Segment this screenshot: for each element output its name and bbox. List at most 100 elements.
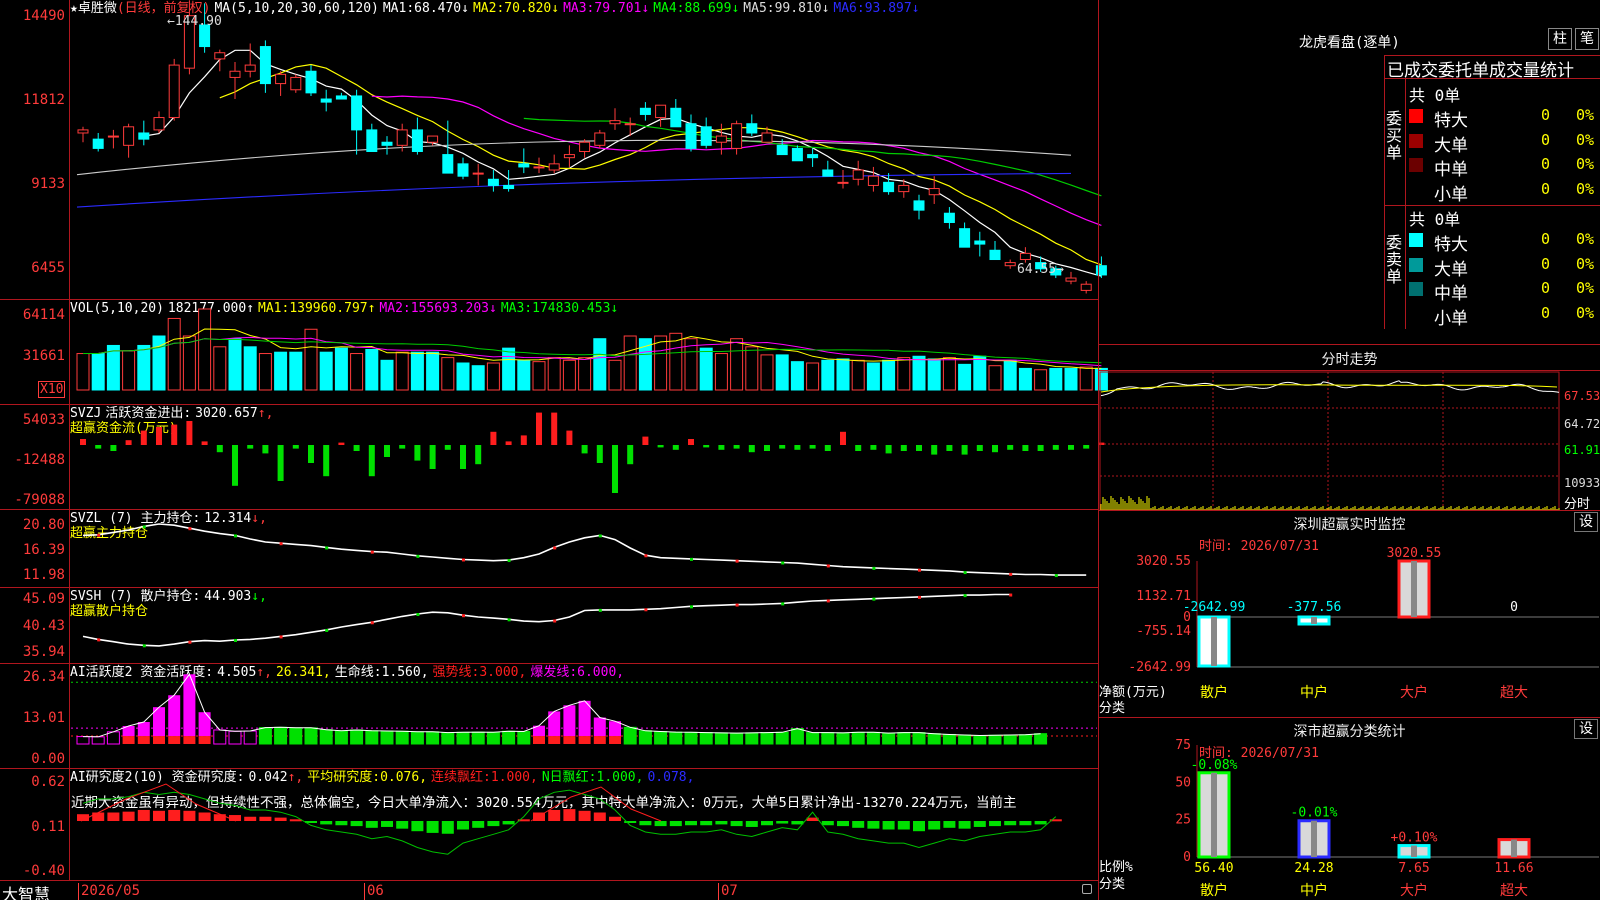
flow-bar — [840, 431, 846, 445]
volume-bar — [486, 362, 500, 391]
holding-marker — [370, 621, 374, 625]
svzl-tick: 11.98 — [22, 567, 65, 583]
candle-body — [928, 188, 940, 196]
lock-icon[interactable] — [1082, 884, 1092, 894]
svsh-panel[interactable]: 45.09 40.43 35.94 SVSH (7) 散户持仓: 44.903↓,… — [0, 588, 1098, 664]
activity-bar — [806, 732, 820, 745]
candle-body — [807, 154, 819, 159]
flow-bar — [140, 430, 147, 445]
research-bar — [639, 821, 652, 826]
candle-body — [974, 240, 986, 245]
research-bar — [761, 821, 773, 826]
column-view-button[interactable]: 柱 — [1548, 28, 1572, 50]
ai-research-panel[interactable]: 0.62 0.11 -0.40 AI研究度2(10) 资金研究度: 0.042↑,… — [0, 769, 1098, 881]
class-bar-shade — [1311, 820, 1317, 857]
research-bar — [1034, 821, 1047, 825]
activity-bar — [699, 732, 713, 745]
research-bar — [913, 821, 925, 832]
flow-bar — [885, 445, 892, 454]
svsh-tick: 40.43 — [22, 618, 65, 634]
candle-body — [943, 212, 955, 223]
activity-bar — [410, 731, 424, 745]
price-axis: 14490 11812 9133 6455 — [0, 0, 70, 299]
flow-bar — [1037, 445, 1044, 451]
flow-bar — [368, 445, 375, 477]
activity-bar — [745, 732, 759, 745]
monitor-y-tick: -755.14 — [1136, 624, 1191, 639]
flow-bar — [444, 445, 451, 450]
volume-bar — [897, 357, 911, 391]
activity-bar — [168, 695, 181, 737]
research-bar — [609, 816, 621, 821]
holding-marker — [735, 559, 739, 563]
candle-body — [290, 76, 302, 91]
svsh-line — [82, 593, 1013, 648]
flow-bar — [672, 445, 679, 450]
ai-activity-bars — [71, 673, 1097, 745]
volume-bar — [350, 353, 364, 391]
net-flow-bar-shade — [1311, 617, 1317, 624]
flow-bar — [931, 445, 938, 455]
ai-activity-axis: 26.34 13.01 0.00 — [0, 664, 70, 768]
activity-bar — [1003, 734, 1017, 745]
volume-panel[interactable]: 64114 31661 X10 VOL(5,10,20)182177.000↑M… — [0, 300, 1108, 405]
candle-body — [791, 147, 803, 162]
volume-bar — [882, 359, 896, 391]
intraday-panel[interactable]: 分时走势 67.53 64.72 61.91 10933 分时 — [1099, 345, 1600, 512]
svzl-panel[interactable]: 20.80 16.39 11.98 SVZL (7) 主力持仓: 12.314↓,… — [0, 510, 1098, 588]
order-qty: 0 — [1541, 106, 1551, 124]
activity-bar — [91, 736, 105, 745]
holding-marker — [826, 599, 830, 603]
holding-marker — [188, 640, 192, 644]
sz-class-panel: 深市超赢分类统计 设 时间: 2026/07/31 75 50 25 0 -0.08% 5… — [1099, 718, 1600, 900]
activity-bar — [730, 732, 744, 745]
net-flow-bar-shade — [1411, 561, 1417, 617]
flow-bar — [216, 445, 223, 453]
candle-body — [427, 135, 439, 143]
volume-bar — [502, 347, 516, 391]
intraday-frame — [1099, 371, 1560, 511]
holding-marker — [918, 595, 921, 599]
flow-bar — [232, 445, 238, 486]
activity-bar — [654, 731, 668, 745]
research-bar — [137, 809, 150, 821]
tick-view-button[interactable]: 笔 — [1575, 28, 1599, 50]
research-line — [82, 789, 1057, 855]
main-chart-panel[interactable]: 14490 11812 9133 6455 ★卓胜微(日线，前复权) MA(5,1… — [0, 0, 1107, 300]
date-label: 07 — [718, 883, 738, 900]
research-bar — [244, 816, 257, 821]
volume-bar — [182, 335, 196, 391]
order-total: 共 0单 — [1409, 86, 1461, 105]
research-bar — [928, 821, 941, 830]
flow-bar — [809, 445, 816, 449]
candle-body — [883, 181, 895, 193]
candlestick-chart[interactable] — [71, 0, 1107, 300]
flow-bar — [262, 445, 269, 454]
activity-bar — [502, 730, 516, 745]
research-bar — [441, 821, 454, 834]
research-bar — [669, 821, 682, 827]
flow-bar — [536, 412, 542, 445]
research-bar — [593, 812, 606, 821]
ai-activity-panel[interactable]: 26.34 13.01 0.00 AI活跃度2 资金活跃度: 4.505↑, 26.… — [0, 664, 1098, 769]
volume-bar — [426, 351, 440, 391]
activity-bar — [623, 726, 637, 745]
intraday-label: 分时 — [1564, 497, 1591, 512]
candle-body — [655, 104, 667, 119]
volume-bar — [365, 349, 379, 391]
activity-line — [82, 673, 1041, 738]
volume-bar — [319, 351, 333, 391]
activity-bar — [973, 735, 987, 745]
candle-body — [366, 129, 378, 152]
candle-body — [1065, 277, 1077, 282]
holding-marker — [507, 559, 511, 563]
net-flow-bar-shade — [1211, 617, 1217, 667]
svzj-panel[interactable]: 54033 -12488 -79088 SVZJ 活跃资金进出: 3020.657↑… — [0, 405, 1105, 510]
ai-research-bars — [77, 783, 1062, 855]
holding-marker — [963, 594, 967, 598]
volume-bar — [274, 351, 288, 391]
order-qty: 0 — [1541, 230, 1551, 248]
class-change: -0.08% — [1191, 758, 1238, 773]
class-value: 7.65 — [1398, 861, 1429, 876]
order-pct: 0% — [1576, 179, 1595, 198]
